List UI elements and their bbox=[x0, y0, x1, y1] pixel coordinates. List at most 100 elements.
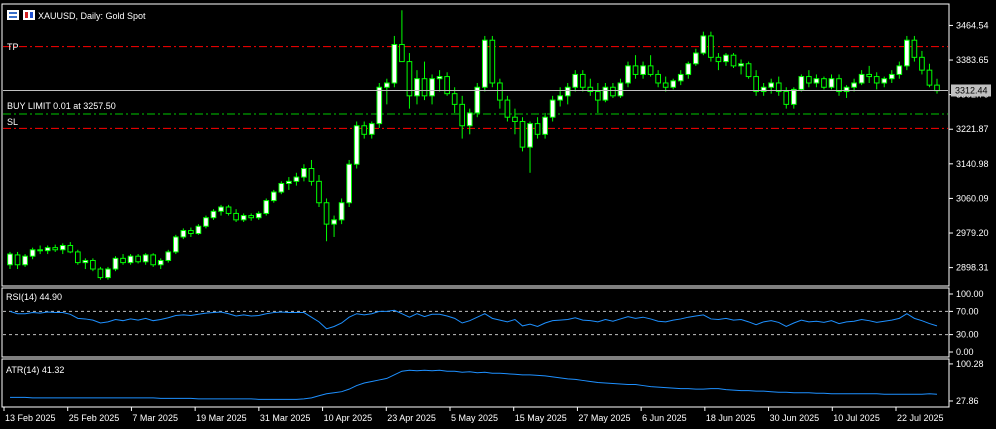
candle-body-bear bbox=[421, 78, 428, 97]
candle-body-bull bbox=[270, 191, 277, 202]
rsi-pane[interactable]: RSI(14) 44.90 bbox=[1, 287, 950, 358]
candle bbox=[798, 74, 805, 92]
candle-body-bull bbox=[904, 39, 910, 67]
candle-body-bear bbox=[610, 86, 616, 97]
candle bbox=[730, 53, 737, 69]
rsi-tick-label: 0.00 bbox=[956, 347, 974, 357]
candle bbox=[105, 266, 111, 280]
candle-body-bull bbox=[172, 236, 179, 253]
candle-body-bull bbox=[210, 210, 217, 219]
candle-body-bull bbox=[677, 73, 684, 82]
time-tick-label: 15 May 2025 bbox=[515, 413, 567, 423]
candle-body-bear bbox=[150, 254, 157, 266]
candle-body-bull bbox=[59, 245, 66, 251]
time-tick-label: 18 Jun 2025 bbox=[706, 413, 756, 423]
time-tick-label: 5 May 2025 bbox=[451, 413, 498, 423]
price-tick-label: 3464.54 bbox=[956, 20, 989, 30]
sl-label[interactable]: SL bbox=[7, 117, 18, 127]
candle-body-bear bbox=[444, 76, 450, 95]
candle-body-bear bbox=[308, 168, 315, 182]
current-price-tag: 3312.44 bbox=[951, 84, 991, 97]
sell-block bbox=[25, 12, 28, 18]
candle-body-bull bbox=[436, 76, 443, 80]
price-tick-label: 3383.65 bbox=[956, 55, 989, 65]
candle-body-bull bbox=[391, 43, 398, 84]
candle bbox=[22, 254, 28, 267]
candle-body-bear bbox=[37, 249, 43, 252]
candle-body-bull bbox=[564, 86, 571, 97]
trading-chart[interactable]: XAUUSD, Daily: Gold Spot TP BUY LIMIT 0.… bbox=[0, 0, 996, 429]
candle bbox=[625, 61, 631, 88]
candle-body-bull bbox=[602, 86, 609, 101]
candle-body-bull bbox=[180, 230, 187, 238]
candle bbox=[353, 121, 360, 169]
atr-tick-label: 100.28 bbox=[956, 359, 984, 369]
candle bbox=[270, 189, 277, 203]
candle-body-bull bbox=[768, 82, 775, 88]
candle-body-bear bbox=[519, 120, 526, 148]
candle-body-bull bbox=[376, 86, 383, 125]
symbol-info-icon[interactable] bbox=[7, 10, 19, 20]
one-click-trading-icon[interactable] bbox=[23, 10, 35, 20]
candle-body-bear bbox=[934, 84, 940, 92]
candle-body-bear bbox=[52, 247, 59, 251]
candle-body-bear bbox=[316, 180, 322, 204]
candle-body-bear bbox=[836, 78, 842, 93]
buy-limit-label[interactable]: BUY LIMIT 0.01 at 3257.50 bbox=[7, 101, 116, 111]
candle bbox=[165, 249, 172, 263]
candle-body-bear bbox=[534, 123, 541, 135]
time-tick-label: 6 Jun 2025 bbox=[642, 413, 687, 423]
candle-body-bear bbox=[97, 268, 104, 279]
candle-body-bull bbox=[896, 65, 903, 75]
candle-body-bear bbox=[783, 91, 790, 105]
candle bbox=[263, 198, 270, 216]
candle-body-bull bbox=[888, 73, 895, 80]
rsi-tick-label: 100.00 bbox=[956, 289, 984, 299]
candle-body-bull bbox=[738, 63, 744, 67]
main-price-pane[interactable]: XAUUSD, Daily: Gold Spot TP BUY LIMIT 0.… bbox=[1, 3, 950, 287]
candle-body-bull bbox=[368, 123, 375, 135]
candle-body-bear bbox=[188, 230, 194, 235]
price-tick-label: 3060.09 bbox=[956, 193, 989, 203]
candle-body-bull bbox=[858, 73, 865, 84]
candle bbox=[112, 256, 119, 272]
candle-body-bull bbox=[338, 202, 345, 221]
time-tick-label: 7 Mar 2025 bbox=[132, 413, 178, 423]
candle-body-bull bbox=[331, 219, 337, 225]
candle-body-bear bbox=[459, 103, 466, 127]
candle-body-bull bbox=[881, 78, 888, 84]
candle-body-bear bbox=[662, 82, 669, 88]
candle-body-bull bbox=[263, 200, 270, 214]
atr-pane[interactable]: ATR(14) 41.32 bbox=[1, 358, 950, 408]
candle-body-bull bbox=[165, 251, 172, 261]
price-tick-label: 2979.20 bbox=[956, 228, 989, 238]
current-price-value: 3312.44 bbox=[955, 85, 988, 95]
candle-body-bear bbox=[821, 78, 827, 88]
candle bbox=[481, 35, 488, 92]
candle-body-bear bbox=[248, 215, 255, 219]
candle-body-bull bbox=[29, 249, 36, 257]
atr-pane-frame bbox=[1, 358, 950, 408]
candle-body-bear bbox=[67, 245, 74, 253]
candle-body-bull bbox=[542, 116, 548, 135]
candle bbox=[474, 82, 481, 118]
candle bbox=[911, 35, 918, 62]
atr-label: ATR(14) 41.32 bbox=[6, 365, 64, 375]
candle-body-bull bbox=[617, 82, 624, 97]
candle bbox=[549, 95, 556, 122]
candle bbox=[489, 35, 496, 88]
candle-body-bull bbox=[572, 73, 579, 88]
candle-body-bull bbox=[813, 78, 820, 84]
candle-body-bear bbox=[399, 43, 405, 63]
rsi-label: RSI(14) 44.90 bbox=[6, 292, 62, 302]
candle bbox=[504, 95, 511, 122]
candle-body-bull bbox=[255, 212, 262, 219]
candle bbox=[90, 258, 96, 272]
candle-body-bear bbox=[120, 257, 126, 264]
tp-label[interactable]: TP bbox=[7, 42, 19, 52]
candle-body-bull bbox=[723, 54, 729, 63]
candle-body-bull bbox=[218, 206, 224, 212]
candle-body-bull bbox=[481, 39, 488, 88]
candle-body-bear bbox=[655, 73, 661, 84]
candle-body-bull bbox=[851, 82, 857, 88]
